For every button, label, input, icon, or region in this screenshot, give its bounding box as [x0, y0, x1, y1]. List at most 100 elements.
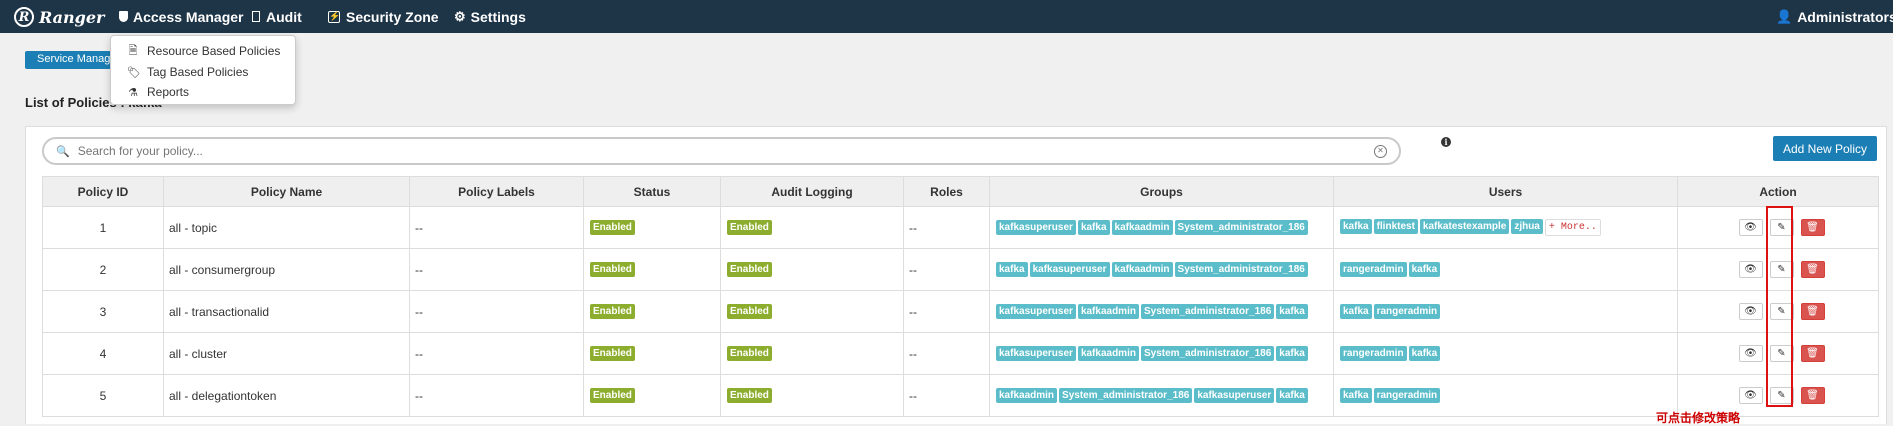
nav-security-zone[interactable]: ⚡ Security Zone	[328, 0, 439, 33]
audit-logging-badge: Enabled	[727, 388, 772, 403]
policy-id-link[interactable]: 1	[42, 206, 164, 249]
nav-access-manager-label: Access Manager	[133, 8, 244, 25]
menu-item-resource-based-policies[interactable]: 🗎 Resource Based Policies	[127, 42, 281, 60]
user-tag: rangeradmin	[1340, 262, 1407, 277]
delete-policy-button[interactable]: 🗑	[1800, 219, 1825, 236]
policy-id[interactable]: 1	[100, 221, 107, 235]
groups-cell: kafkaadmin System_administrator_186 kafkas…	[989, 374, 1334, 417]
column-header: Policy Labels	[409, 176, 584, 207]
groups-cell: kafkasuperuser kafkaadmin System_administr…	[989, 332, 1334, 375]
column-header: Status	[583, 176, 721, 207]
policy-name: all - consumergroup	[169, 262, 276, 277]
user-tag: rangeradmin	[1340, 346, 1407, 361]
roles-cell: --	[903, 374, 990, 417]
view-policy-button[interactable]: 👁	[1738, 261, 1763, 278]
column-header[interactable]: Policy ID	[42, 176, 164, 207]
view-policy-button[interactable]: 👁	[1738, 345, 1763, 362]
table-row: 3 all - transactionalid -- Enabled Enabled --…	[42, 290, 1879, 333]
user-tag: kafka	[1408, 262, 1441, 277]
delete-policy-button[interactable]: 🗑	[1800, 261, 1825, 278]
status-badge: Enabled	[590, 220, 635, 235]
group-tag: kafkasuperuser	[996, 220, 1076, 235]
view-policy-button[interactable]: 👁	[1738, 303, 1763, 320]
nav-user-menu[interactable]: 👤 Administrators	[1776, 0, 1893, 33]
status-badge: Enabled	[590, 304, 635, 319]
group-tag: kafkasuperuser	[996, 304, 1076, 319]
info-icon[interactable]: i	[1441, 137, 1451, 147]
group-tag: System_administrator_186	[1140, 304, 1275, 319]
delete-policy-button[interactable]: 🗑	[1800, 387, 1825, 404]
user-tag: kafka	[1340, 304, 1372, 319]
brand[interactable]: R Ranger	[14, 5, 104, 29]
policy-labels-cell: --	[409, 248, 584, 291]
table-row: 4 all - cluster -- Enabled Enabled -- kafkasup…	[42, 332, 1879, 375]
policy-name: all - topic	[169, 220, 218, 235]
roles-value: --	[909, 304, 917, 319]
menu-item-reports[interactable]: ⚗ Reports	[127, 83, 189, 101]
column-header: Groups	[989, 176, 1334, 207]
column-header[interactable]: Policy Name	[163, 176, 410, 207]
audit-cell: Enabled	[720, 290, 904, 333]
status-badge: Enabled	[590, 346, 635, 361]
users-cell: kafka rangeradmin	[1333, 374, 1678, 417]
policy-id[interactable]: 5	[100, 389, 107, 403]
group-tag: kafkaadmin	[1111, 220, 1173, 235]
edit-column-highlight	[1766, 206, 1793, 407]
view-policy-button[interactable]: 👁	[1738, 219, 1763, 236]
clear-icon[interactable]: ✕	[1374, 144, 1387, 158]
audit-logging-badge: Enabled	[727, 346, 772, 361]
group-tag: kafka	[1077, 220, 1110, 235]
nav-audit[interactable]: Audit	[252, 0, 302, 33]
service-manager-breadcrumb[interactable]: Service Manager	[25, 51, 111, 69]
policy-name: all - delegationtoken	[169, 388, 277, 403]
users-cell: rangeradmin kafka	[1333, 332, 1678, 375]
delete-policy-button[interactable]: 🗑	[1800, 345, 1825, 362]
roles-value: --	[909, 220, 917, 235]
policy-labels: --	[415, 346, 423, 361]
policy-id[interactable]: 3	[100, 305, 107, 319]
user-tag: zjhua	[1511, 219, 1543, 234]
column-header: Audit Logging	[720, 176, 904, 207]
table-row: 2 all - consumergroup -- Enabled Enabled -- ka…	[42, 248, 1879, 291]
group-tag: kafka	[996, 262, 1028, 277]
group-tag: System_administrator_186	[1174, 262, 1308, 277]
eye-icon: 👁	[1744, 348, 1757, 359]
menu-item-label: Reports	[147, 85, 190, 99]
delete-policy-button[interactable]: 🗑	[1800, 303, 1825, 320]
policy-id-link[interactable]: 5	[42, 374, 164, 417]
nav-settings[interactable]: ⚙ Settings	[454, 0, 526, 33]
menu-item-label: Resource Based Policies	[147, 44, 281, 58]
view-policy-button[interactable]: 👁	[1738, 387, 1763, 404]
policy-id-link[interactable]: 3	[42, 290, 164, 333]
policy-id-link[interactable]: 4	[42, 332, 164, 375]
brand-name: Ranger	[39, 7, 105, 27]
search-input[interactable]	[75, 143, 1374, 159]
audit-cell: Enabled	[720, 248, 904, 291]
policy-id[interactable]: 2	[100, 263, 107, 277]
roles-value: --	[909, 346, 917, 361]
status-cell: Enabled	[583, 374, 721, 417]
trash-icon: 🗑	[1806, 390, 1819, 401]
policy-id-link[interactable]: 2	[42, 248, 164, 291]
policy-name: all - cluster	[169, 346, 228, 361]
document-icon: 🗎	[128, 44, 138, 57]
policy-id[interactable]: 4	[100, 347, 107, 361]
policy-labels-cell: --	[409, 332, 584, 375]
status-cell: Enabled	[583, 248, 721, 291]
more-users-link[interactable]: + More..	[1544, 219, 1601, 236]
status-badge: Enabled	[590, 262, 635, 277]
add-new-policy-button[interactable]: Add New Policy	[1773, 136, 1877, 161]
eye-icon: 👁	[1744, 306, 1757, 317]
eye-icon: 👁	[1744, 390, 1757, 401]
user-tag: rangeradmin	[1373, 388, 1441, 403]
tags-icon: 🏷	[127, 66, 141, 79]
policy-labels: --	[415, 262, 423, 277]
column-header: Users	[1333, 176, 1678, 207]
search-bar[interactable]: 🔍 ✕	[42, 137, 1401, 165]
audit-logging-badge: Enabled	[727, 304, 772, 319]
flask-icon: ⚗	[128, 86, 138, 99]
nav-access-manager[interactable]: Access Manager	[119, 0, 244, 33]
group-tag: System_administrator_186	[1174, 220, 1308, 235]
users-cell: kafka rangeradmin	[1333, 290, 1678, 333]
menu-item-tag-based-policies[interactable]: 🏷 Tag Based Policies	[127, 63, 248, 81]
